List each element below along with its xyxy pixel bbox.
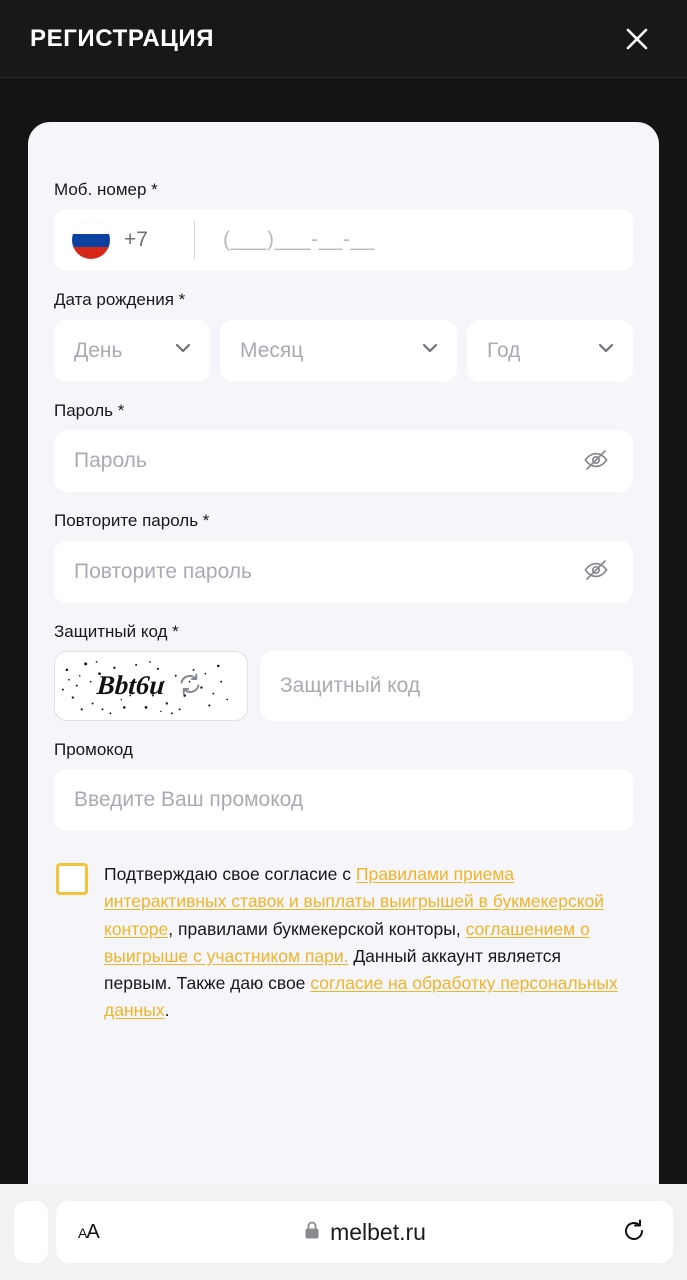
russia-flag-icon [72,221,110,260]
chevron-down-icon [419,337,441,364]
field-promocode: Промокод Введите Ваш промокод [54,739,633,832]
field-captcha: Защитный код * Bbt6u Защитный код [54,622,633,721]
captcha-row: Bbt6u Защитный код [54,650,633,721]
browser-toolbar: AAAA melbet.ru [0,1184,687,1280]
close-icon [622,24,652,54]
field-birthdate: Дата рождения * День Месяц Год [54,290,633,382]
field-phone: Моб. номер * +7 (___)___-__-__ [54,180,633,272]
repeat-password-placeholder: Повторите пароль [74,559,252,583]
phone-label: Моб. номер * [54,180,158,199]
month-select-value: Месяц [240,338,304,362]
modal-body: Моб. номер * +7 (___)___-__-__ Дата рожд… [0,78,687,1184]
phone-input[interactable]: +7 (___)___-__-__ [54,209,633,272]
consent-row: Подтверждаю свое согласие с Правилами пр… [54,861,633,1024]
promocode-placeholder: Введите Ваш промокод [74,788,304,812]
password-label: Пароль * [54,400,125,420]
close-button[interactable] [615,17,659,61]
url-display: melbet.ru [56,1219,673,1246]
year-select[interactable]: Год [467,319,633,382]
url-text: melbet.ru [330,1218,426,1245]
field-repeat-password: Повторите пароль * Повторите пароль [54,511,633,603]
consent-checkbox[interactable] [56,863,88,896]
reload-button[interactable] [617,1215,651,1249]
chevron-down-icon [172,337,194,364]
refresh-icon [177,671,203,700]
eye-off-icon [582,446,610,477]
consent-text-part-1: Подтверждаю свое согласие с [104,864,356,885]
year-select-value: Год [487,338,521,362]
lock-icon [303,1220,321,1245]
promocode-label: Промокод [54,739,133,759]
captcha-input[interactable]: Защитный код [260,650,633,721]
captcha-image[interactable]: Bbt6u [54,650,248,721]
birthdate-label: Дата рождения * [54,290,186,310]
repeat-password-label: Повторите пароль * [54,511,210,531]
divider [193,220,195,261]
mobile-browser-screen: РЕГИСТРАЦИЯ Моб. номер * +7 (___)___-__-… [0,0,687,1280]
registration-modal-header: РЕГИСТРАЦИЯ [0,0,687,78]
consent-text: Подтверждаю свое согласие с Правилами пр… [104,861,631,1024]
captcha-code-text: Bbt6u [96,670,166,701]
password-placeholder: Пароль [74,449,147,473]
text-size-button[interactable]: AAAA [78,1221,100,1244]
captcha-input-placeholder: Защитный код [280,673,421,697]
captcha-label: Защитный код * [54,621,179,641]
country-dial-code: +7 [124,228,148,252]
toolbar-edge-nub [14,1201,48,1263]
consent-text-part-2: , правилами букмекерской конторы, [168,918,466,939]
birthdate-row: День Месяц Год [54,319,633,382]
repeat-password-input[interactable]: Повторите пароль [54,540,633,603]
phone-mask-placeholder: (___)___-__-__ [222,228,375,252]
address-bar[interactable]: AAAA melbet.ru [56,1201,673,1263]
password-visibility-toggle[interactable] [577,442,615,480]
chevron-down-icon [595,337,617,364]
eye-off-icon [582,556,610,587]
day-select[interactable]: День [54,319,210,382]
repeat-password-visibility-toggle[interactable] [577,553,615,591]
registration-form-card: Моб. номер * +7 (___)___-__-__ Дата рожд… [28,122,659,1184]
field-password: Пароль * Пароль [54,400,633,493]
captcha-refresh-button[interactable] [175,671,205,701]
promocode-input[interactable]: Введите Ваш промокод [54,769,633,832]
consent-text-part-4: . [164,999,170,1020]
reload-icon [621,1218,647,1247]
page-title: РЕГИСТРАЦИЯ [30,24,215,52]
day-select-value: День [74,338,123,362]
month-select[interactable]: Месяц [220,319,457,382]
password-input[interactable]: Пароль [54,430,633,493]
